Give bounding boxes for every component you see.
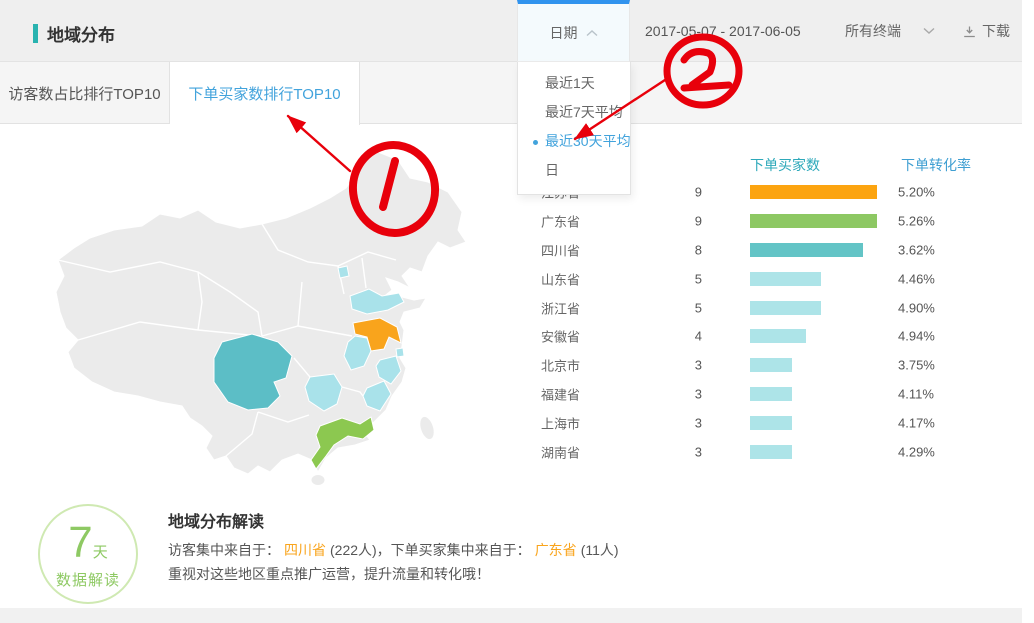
order-buyer-count: 3	[652, 415, 702, 430]
conversion-rate: 5.20%	[898, 185, 935, 200]
conversion-rate: 4.11%	[898, 386, 934, 401]
insight-text: 访客集中来自于：	[168, 542, 280, 558]
conversion-rate: 4.94%	[898, 329, 935, 344]
chart-row: 湖南省 3 4.29%	[0, 437, 1022, 466]
province-label: 福建省	[541, 384, 580, 403]
date-dropdown-menu: 最近1天最近7天平均最近30天平均日	[517, 62, 631, 195]
date-filter-label: 日期	[550, 23, 578, 43]
conversion-rate: 3.62%	[898, 242, 935, 257]
province-label: 上海市	[541, 413, 580, 432]
insight-text: (222人)，下单买家集中来自于：	[330, 542, 531, 558]
conversion-rate: 3.75%	[898, 358, 935, 373]
province-label: 浙江省	[541, 298, 580, 317]
date-option-0[interactable]: 最近1天	[518, 69, 630, 98]
insight-title: 地域分布解读	[168, 508, 264, 532]
order-buyer-count: 9	[652, 185, 702, 200]
badge-days: 7天	[68, 521, 108, 565]
bar[interactable]	[750, 329, 806, 343]
bar[interactable]	[750, 301, 821, 315]
date-option-3[interactable]: 日	[518, 156, 630, 185]
order-buyer-count: 3	[652, 358, 702, 373]
chart-row: 福建省 3 4.11%	[0, 380, 1022, 409]
header: 地域分布 日期 2017-05-07 - 2017-06-05 所有终端 下载	[0, 0, 1022, 62]
footer-bar	[0, 608, 1022, 623]
province-label: 安徽省	[541, 327, 580, 346]
bar-chart: 江苏省95.20%广东省95.26%四川省83.62%山东省54.46%浙江省5…	[0, 178, 1022, 466]
order-buyer-count: 3	[652, 386, 702, 401]
conversion-rate: 5.26%	[898, 214, 935, 229]
date-option-2[interactable]: 最近30天平均	[518, 127, 630, 156]
chart-row: 广东省 9 5.26%	[0, 207, 1022, 236]
chart-row: 上海市 3 4.17%	[0, 408, 1022, 437]
badge-subtitle: 数据解读	[56, 569, 120, 590]
chart-row: 浙江省 5 4.90%	[0, 293, 1022, 322]
province-label: 湖南省	[541, 442, 580, 461]
page-title: 地域分布	[47, 21, 115, 46]
bar[interactable]	[750, 358, 792, 372]
order-buyer-count: 9	[652, 214, 702, 229]
bar[interactable]	[750, 445, 792, 459]
bar[interactable]	[750, 185, 877, 199]
insight-highlight-province[interactable]: 广东省	[535, 542, 577, 558]
column-header-order-buyers: 下单买家数	[750, 155, 820, 175]
column-header-conversion-rate: 下单转化率	[901, 155, 971, 175]
province-label: 北京市	[541, 356, 580, 375]
bar[interactable]	[750, 387, 792, 401]
insight-highlight-province[interactable]: 四川省	[284, 542, 326, 558]
insight-line2: 重视对这些地区重点推广运营，提升流量和转化哦！	[168, 564, 490, 584]
bar[interactable]	[750, 416, 792, 430]
chevron-up-icon	[586, 29, 598, 37]
order-buyer-count: 4	[652, 329, 702, 344]
chart-row: 山东省 5 4.46%	[0, 264, 1022, 293]
conversion-rate: 4.46%	[898, 271, 935, 286]
bar[interactable]	[750, 272, 821, 286]
title-accent-bar	[33, 24, 38, 43]
page-title-wrap: 地域分布	[33, 21, 115, 46]
order-buyer-count: 5	[652, 300, 702, 315]
right-gutter	[1022, 0, 1034, 623]
download-label: 下载	[982, 21, 1010, 41]
conversion-rate: 4.90%	[898, 300, 935, 315]
conversion-rate: 4.29%	[898, 444, 935, 459]
order-buyer-count: 3	[652, 444, 702, 459]
conversion-rate: 4.17%	[898, 415, 935, 430]
download-button[interactable]: 下载	[963, 0, 1010, 62]
tab-bar: 访客数占比排行TOP10 下单买家数排行TOP10	[0, 62, 1022, 124]
tab-visitor-ratio-top10[interactable]: 访客数占比排行TOP10	[0, 62, 170, 124]
order-buyer-count: 5	[652, 271, 702, 286]
date-option-1[interactable]: 最近7天平均	[518, 98, 630, 127]
province-label: 广东省	[541, 212, 580, 231]
province-label: 四川省	[541, 240, 580, 259]
date-filter-toggle[interactable]: 日期	[517, 0, 630, 62]
chart-row: 四川省 8 3.62%	[0, 236, 1022, 265]
insight-line1: 访客集中来自于：四川省(222人)，下单买家集中来自于：广东省(11人)	[168, 540, 619, 560]
bar[interactable]	[750, 243, 863, 257]
map-hainan-island	[311, 475, 325, 486]
chart-row: 江苏省95.20%	[0, 178, 1022, 207]
insight-text: (11人)	[581, 542, 619, 558]
terminal-filter-label: 所有终端	[845, 21, 901, 41]
chart-row: 安徽省 4 4.94%	[0, 322, 1022, 351]
bar[interactable]	[750, 214, 877, 228]
chart-row: 北京市 3 3.75%	[0, 351, 1022, 380]
insight-badge: 7天 数据解读	[38, 504, 138, 604]
chevron-down-icon	[923, 27, 935, 35]
province-label: 山东省	[541, 269, 580, 288]
order-buyer-count: 8	[652, 242, 702, 257]
terminal-filter[interactable]: 所有终端	[845, 0, 935, 62]
tab-order-buyers-top10[interactable]: 下单买家数排行TOP10	[170, 62, 360, 125]
date-range: 2017-05-07 - 2017-06-05	[645, 0, 801, 62]
download-icon	[963, 25, 976, 38]
